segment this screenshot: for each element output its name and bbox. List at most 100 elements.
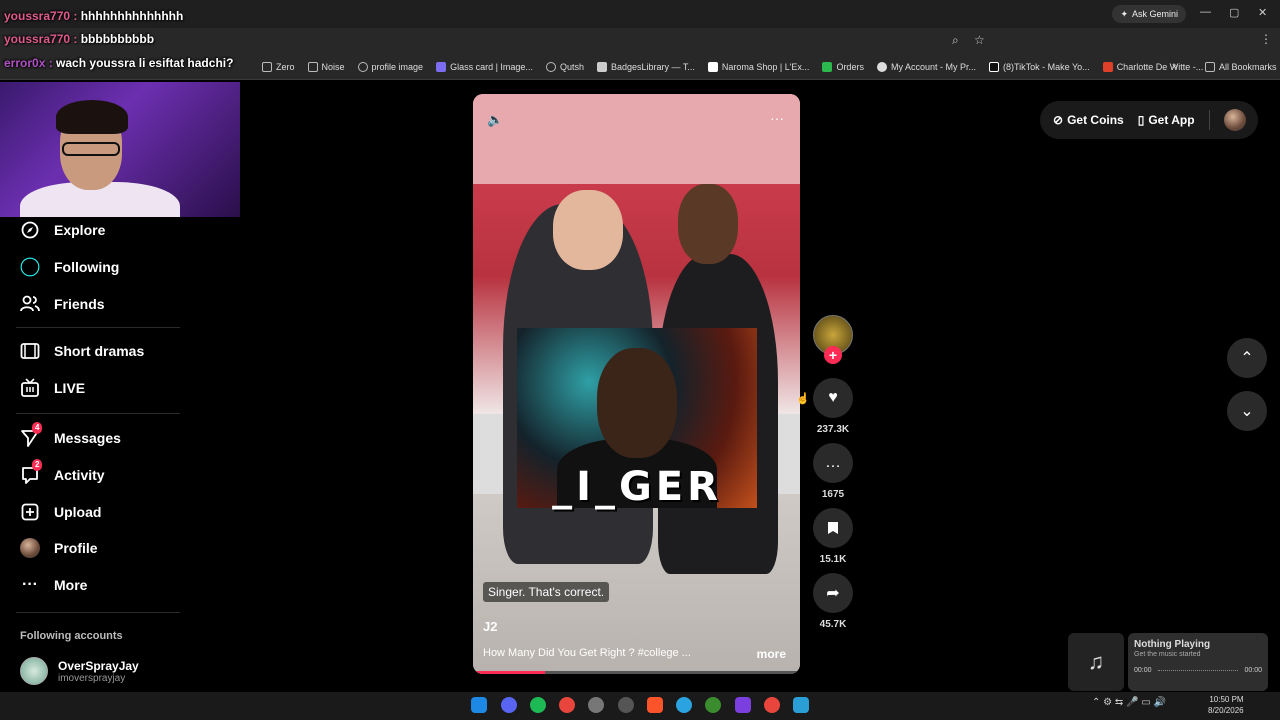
- sidebar-item-following[interactable]: Following: [20, 257, 119, 277]
- close-icon[interactable]: ✕: [1258, 6, 1267, 19]
- minimize-icon[interactable]: —: [1200, 6, 1211, 18]
- user-avatar[interactable]: [1223, 109, 1246, 131]
- brave-icon[interactable]: [647, 697, 663, 713]
- menu-dots-icon[interactable]: ⋮: [1260, 32, 1272, 46]
- site-icon: [1102, 61, 1113, 72]
- like-count: 237.3K: [816, 424, 850, 435]
- app-icon[interactable]: [793, 697, 809, 713]
- bookmark-item[interactable]: Naroma Shop | L'Ex...: [707, 61, 809, 72]
- bookmark-label: BadgesLibrary — T...: [610, 61, 695, 72]
- following-account[interactable]: OverSprayJay imoversprayjay: [20, 657, 139, 685]
- chrome-icon[interactable]: [764, 697, 780, 713]
- share-button[interactable]: ➦ 45.7K: [813, 573, 853, 630]
- sidebar-item-more[interactable]: ··· More: [20, 575, 87, 595]
- get-coins-button[interactable]: ⊘ Get Coins: [1053, 113, 1124, 127]
- chat-text: wach youssra li esiftat hadchi?: [56, 56, 234, 70]
- bookmark-item[interactable]: Orders: [822, 61, 864, 72]
- bookmark-label: profile image: [371, 61, 424, 72]
- ask-gemini-button[interactable]: ✦ Ask Gemini: [1112, 5, 1186, 23]
- bookmark-item[interactable]: profile image: [357, 61, 424, 72]
- bookmark-label: Orders: [836, 61, 864, 72]
- sidebar-divider: [16, 327, 180, 328]
- comment-button[interactable]: … 1675: [813, 443, 853, 500]
- chevron-right-icon[interactable]: »: [1172, 61, 1178, 72]
- video-person: [553, 190, 623, 270]
- chrome-icon[interactable]: [559, 697, 575, 713]
- address-bar[interactable]: ⌕ ☆ ⋮: [0, 28, 1280, 75]
- video-description: How Many Did You Get Right ? #college ..…: [483, 647, 691, 659]
- chat-user: youssra770: [4, 32, 71, 46]
- share-icon: ➦: [813, 573, 853, 613]
- chat-sep: :: [45, 56, 57, 70]
- discord-icon[interactable]: [501, 697, 517, 713]
- taskbar: [0, 692, 1280, 720]
- webcam-feed: [0, 82, 240, 217]
- sidebar-item-live[interactable]: LIVE: [20, 378, 85, 398]
- video-player[interactable]: 🔈 ··· _I_GER Singer. That's correct. J2 …: [473, 94, 800, 674]
- music-widget[interactable]: Nothing Playing Get the music started 00…: [1128, 633, 1268, 691]
- obs-icon[interactable]: [618, 697, 634, 713]
- chat-message: youssra770 : bbbbbbbbbb: [4, 32, 154, 46]
- bookmark-item[interactable]: BadgesLibrary — T...: [596, 61, 695, 72]
- bookmark-item[interactable]: Zero: [262, 61, 295, 72]
- bookmark-label: Glass card | Image...: [450, 61, 533, 72]
- heart-icon: ♥: [813, 378, 853, 418]
- next-video-button[interactable]: ⌄: [1227, 391, 1267, 431]
- telegram-icon[interactable]: [676, 697, 692, 713]
- site-icon: [876, 61, 887, 72]
- spotify-icon[interactable]: [530, 697, 546, 713]
- app-icon[interactable]: [705, 697, 721, 713]
- bookmark-label: Qutsh: [559, 61, 584, 72]
- sidebar-item-label: Profile: [54, 540, 98, 556]
- get-coins-label: Get Coins: [1067, 113, 1124, 127]
- star-icon[interactable]: ☆: [974, 33, 985, 47]
- folder-icon: [262, 61, 272, 72]
- like-button[interactable]: ♥ 237.3K: [813, 378, 853, 435]
- comment-count: 1675: [821, 489, 845, 500]
- save-button[interactable]: 15.1K: [813, 508, 853, 565]
- previous-video-button[interactable]: ⌃: [1227, 338, 1267, 378]
- bookmark-item[interactable]: Noise: [307, 61, 345, 72]
- sidebar-item-friends[interactable]: Friends: [20, 294, 105, 314]
- sidebar-item-messages[interactable]: 4 Messages: [20, 422, 121, 448]
- app-icon[interactable]: [588, 697, 604, 713]
- creator-avatar-button[interactable]: +: [813, 315, 853, 364]
- top-right-bar: ⊘ Get Coins ▯ Get App: [1040, 101, 1258, 139]
- more-icon: ···: [22, 576, 38, 593]
- app-icon[interactable]: [735, 697, 751, 713]
- site-icon: [822, 61, 833, 72]
- sidebar-item-explore[interactable]: Explore: [20, 220, 105, 240]
- bookmark-item[interactable]: Qutsh: [545, 61, 584, 72]
- bookmark-item[interactable]: Glass card | Image...: [436, 61, 533, 72]
- sidebar-item-profile[interactable]: Profile: [20, 538, 98, 558]
- bookmark-item[interactable]: Charlotte De Witte -...: [1102, 61, 1203, 72]
- folder-icon: [307, 61, 318, 72]
- notification-badge: 4: [32, 422, 43, 434]
- more-options-icon[interactable]: ···: [770, 110, 784, 126]
- gemini-icon: ✦: [1120, 8, 1128, 19]
- taskbar-clock[interactable]: 10:50 PM 8/20/2026: [1208, 694, 1244, 716]
- video-author[interactable]: J2: [483, 619, 497, 634]
- sidebar-item-label: Friends: [54, 296, 105, 312]
- system-tray-icon[interactable]: ⌃ ⚙ ⇆ 🎤 ▭ 🔊: [1092, 697, 1166, 708]
- mute-icon[interactable]: 🔈: [487, 112, 503, 128]
- follow-plus-icon[interactable]: +: [824, 346, 842, 364]
- maximize-icon[interactable]: ▢: [1229, 6, 1239, 19]
- bookmark-label: My Account - My Pr...: [890, 61, 976, 72]
- sidebar-item-label: Messages: [54, 430, 121, 446]
- following-icon: [20, 257, 40, 277]
- sidebar-item-activity[interactable]: 2 Activity: [20, 459, 105, 485]
- bookmark-item[interactable]: (8)TikTok - Make Yo...: [988, 61, 1090, 72]
- video-progress-bar[interactable]: [473, 671, 800, 674]
- windows-start-icon[interactable]: [471, 697, 487, 713]
- sidebar-item-short-dramas[interactable]: Short dramas: [20, 341, 144, 361]
- chat-user: youssra770: [4, 9, 71, 23]
- bookmark-item[interactable]: My Account - My Pr...: [876, 61, 976, 72]
- zoom-icon[interactable]: ⌕: [952, 33, 959, 48]
- get-app-button[interactable]: ▯ Get App: [1138, 113, 1195, 127]
- sidebar-item-upload[interactable]: Upload: [20, 502, 101, 522]
- music-progress[interactable]: [1157, 669, 1239, 672]
- more-button[interactable]: more: [757, 647, 786, 661]
- all-bookmarks[interactable]: All Bookmarks: [1205, 62, 1277, 72]
- music-note-icon[interactable]: ♫: [1068, 633, 1124, 691]
